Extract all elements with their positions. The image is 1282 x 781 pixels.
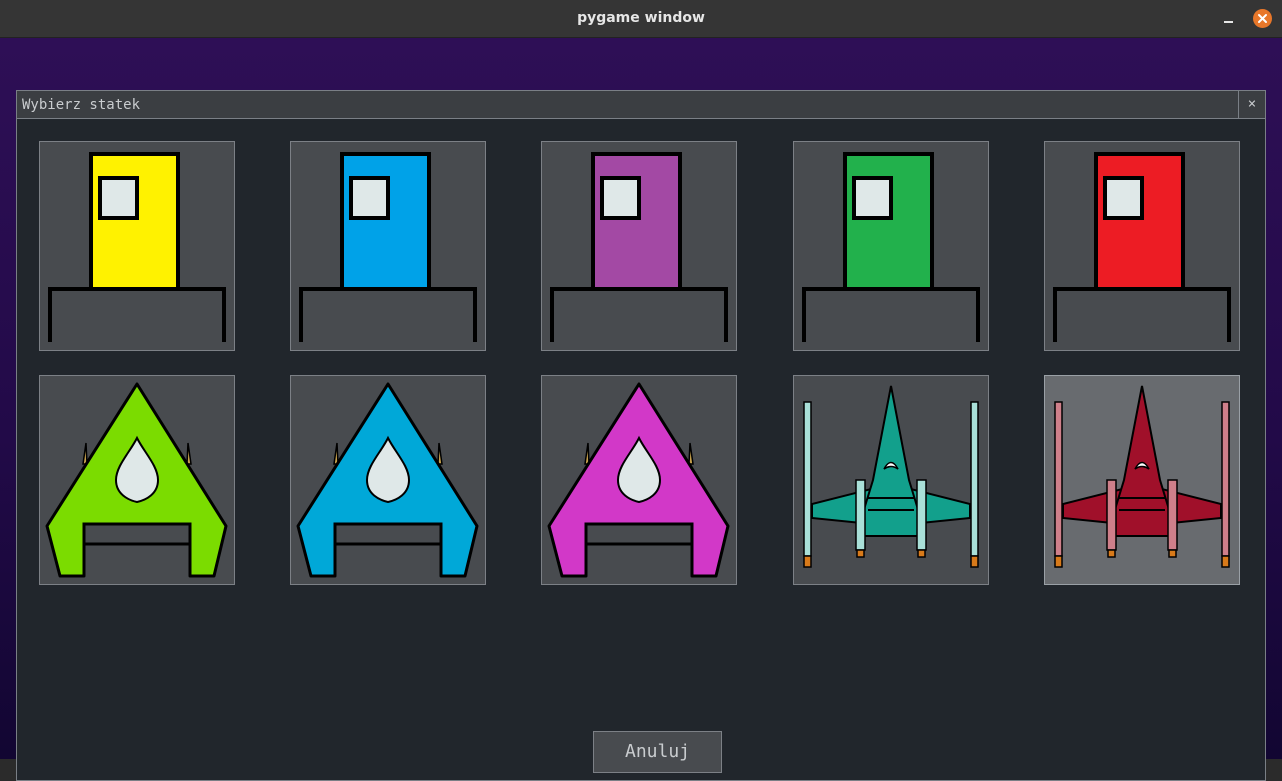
ship-sprite-icon [296,382,479,578]
ship-option-8[interactable] [541,375,737,585]
dialog-header: Wybierz statek × [17,91,1265,119]
cancel-button[interactable]: Anuluj [593,731,722,773]
ship-sprite-icon [803,385,979,568]
ship-option-5[interactable] [1044,141,1240,351]
window-close-button[interactable] [1253,9,1272,28]
ship-option-2[interactable] [290,141,486,351]
ship-sprite-icon [547,382,730,578]
ship-sprite-icon [802,152,980,342]
ship-sprite-icon [48,152,226,342]
ship-option-10[interactable] [1044,375,1240,585]
window-titlebar: pygame window [0,0,1282,38]
window-title: pygame window [577,10,705,26]
ship-sprite-icon [299,152,477,342]
ship-option-6[interactable] [39,375,235,585]
ship-select-dialog: Wybierz statek × Anuluj [16,90,1266,781]
ship-option-1[interactable] [39,141,235,351]
ship-sprite-icon [1054,385,1230,568]
minimize-button[interactable] [1219,9,1239,29]
ship-sprite-icon [550,152,728,342]
dialog-close-button[interactable]: × [1238,91,1265,118]
game-canvas: Wybierz statek × Anuluj [0,38,1282,781]
ship-option-3[interactable] [541,141,737,351]
ship-sprite-icon [1053,152,1231,342]
ship-sprite-icon [45,382,228,578]
ship-option-7[interactable] [290,375,486,585]
ship-option-9[interactable] [793,375,989,585]
close-icon [1258,14,1267,23]
dialog-title: Wybierz statek [22,97,141,113]
ship-option-4[interactable] [793,141,989,351]
